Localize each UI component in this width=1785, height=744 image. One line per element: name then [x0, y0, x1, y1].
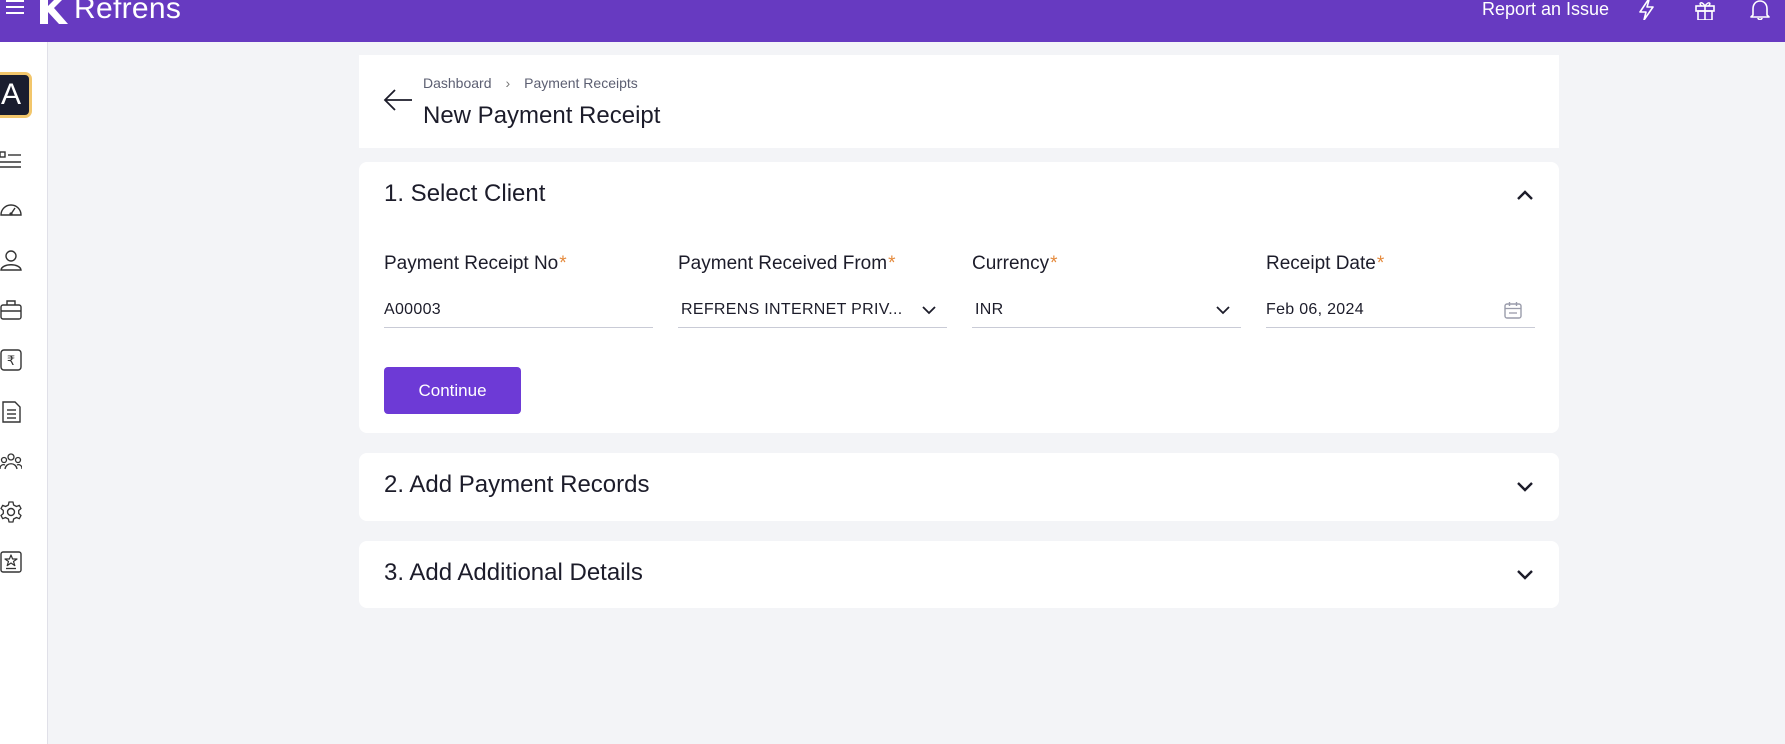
currency-select[interactable]: INR — [972, 293, 1241, 328]
settings-gear-icon[interactable] — [0, 501, 22, 523]
report-issue-link[interactable]: Report an Issue — [1482, 0, 1609, 18]
document-icon[interactable] — [0, 401, 22, 423]
list-icon[interactable] — [0, 149, 22, 171]
receipt-date-picker[interactable]: Feb 06, 2024 — [1266, 293, 1535, 328]
breadcrumb: Dashboard › Payment Receipts — [423, 75, 638, 91]
lightning-icon[interactable] — [1636, 0, 1658, 20]
avatar-letter: A — [0, 78, 21, 111]
refrens-logo-icon — [40, 0, 68, 24]
avatar[interactable]: A — [0, 72, 32, 118]
section-add-payment-records[interactable]: 2. Add Payment Records — [359, 453, 1559, 521]
payment-received-from-label: Payment Received From* — [678, 253, 896, 274]
chevron-right-icon: › — [505, 75, 511, 91]
brand-name: Refrens — [74, 0, 182, 25]
chevron-down-icon — [922, 306, 936, 315]
currency-label: Currency* — [972, 253, 1058, 274]
chevron-down-icon[interactable] — [1515, 568, 1535, 582]
chevron-down-icon[interactable] — [1515, 480, 1535, 494]
left-sidebar: A ₹ — [0, 42, 48, 744]
bell-icon[interactable] — [1749, 0, 1771, 20]
breadcrumb-dashboard[interactable]: Dashboard — [423, 75, 492, 91]
dashboard-gauge-icon[interactable] — [0, 199, 22, 221]
calendar-icon[interactable] — [1503, 300, 1523, 320]
page-title: New Payment Receipt — [423, 102, 661, 129]
back-arrow-icon[interactable] — [383, 88, 413, 112]
continue-button[interactable]: Continue — [384, 367, 521, 414]
page-header: Dashboard › Payment Receipts New Payment… — [359, 55, 1559, 148]
top-navigation-bar: Refrens Report an Issue — [0, 0, 1785, 42]
payment-received-from-field: Payment Received From* REFRENS INTERNET … — [678, 253, 947, 328]
payment-receipt-no-label: Payment Receipt No* — [384, 253, 567, 274]
svg-text:₹: ₹ — [7, 354, 15, 369]
chevron-down-icon — [1216, 306, 1230, 315]
receipt-date-value: Feb 06, 2024 — [1266, 301, 1364, 318]
section-title-add-payment-records[interactable]: 2. Add Payment Records — [384, 471, 649, 499]
menu-icon[interactable] — [6, 0, 24, 16]
section-title-select-client[interactable]: 1. Select Client — [384, 180, 545, 208]
team-icon[interactable] — [0, 451, 22, 473]
section-add-additional-details[interactable]: 3. Add Additional Details — [359, 541, 1559, 608]
payment-received-from-value: REFRENS INTERNET PRIV... — [681, 301, 903, 318]
payment-receipt-no-field: Payment Receipt No* — [384, 253, 653, 328]
breadcrumb-payment-receipts[interactable]: Payment Receipts — [524, 75, 638, 91]
payment-receipt-no-input[interactable] — [384, 301, 653, 319]
briefcase-icon[interactable] — [0, 299, 22, 321]
receipt-date-label: Receipt Date* — [1266, 253, 1385, 274]
section-select-client: 1. Select Client Payment Receipt No* Pay… — [359, 162, 1559, 433]
chevron-up-icon[interactable] — [1515, 188, 1535, 202]
user-icon[interactable] — [0, 249, 22, 271]
payment-received-from-select[interactable]: REFRENS INTERNET PRIV... — [678, 293, 947, 328]
brand-logo[interactable]: Refrens — [38, 0, 181, 26]
rupee-icon[interactable]: ₹ — [0, 349, 22, 371]
section-title-add-additional-details[interactable]: 3. Add Additional Details — [384, 559, 643, 587]
currency-field: Currency* INR — [972, 253, 1241, 328]
certificate-badge-icon[interactable] — [0, 551, 22, 573]
receipt-date-field: Receipt Date* Feb 06, 2024 — [1266, 253, 1535, 328]
currency-value: INR — [975, 301, 1004, 318]
gift-icon[interactable] — [1694, 0, 1716, 20]
